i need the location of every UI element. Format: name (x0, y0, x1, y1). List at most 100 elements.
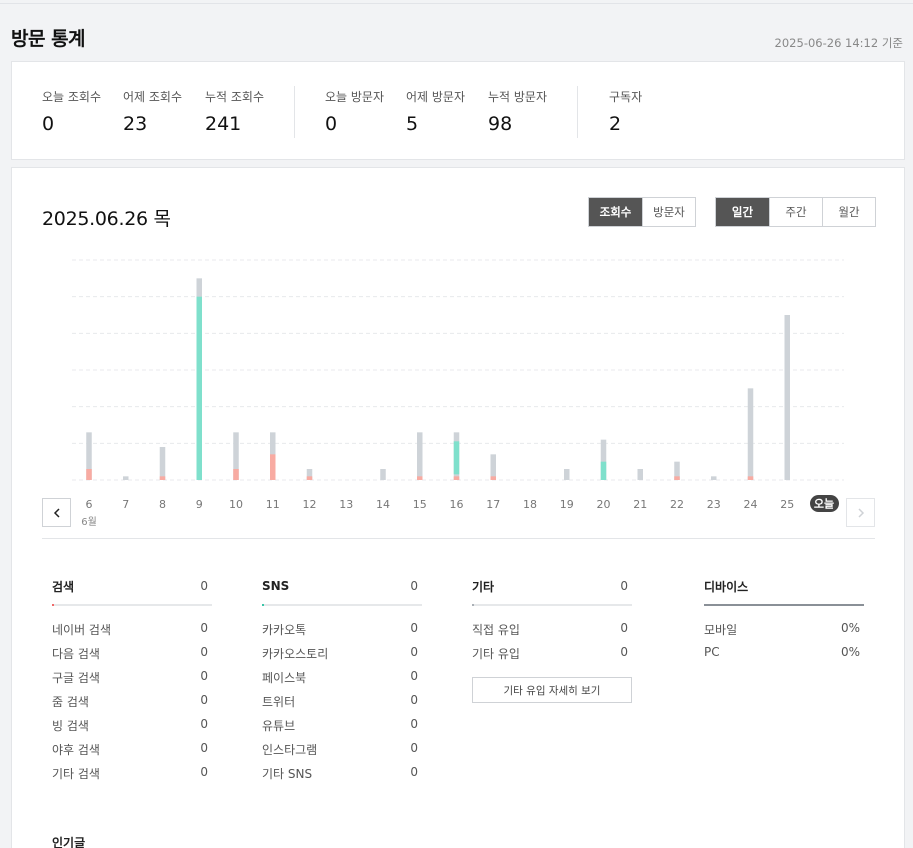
bar-total (747, 388, 754, 480)
x-tick-label: 오늘 (814, 498, 834, 511)
etc-section: 기타 0 직접 유입 0 기타 유입 0 기타 유입 자세히 보기 (472, 576, 632, 703)
sns-bar (262, 604, 422, 606)
bar-segment-red (674, 476, 680, 480)
etc-list: 직접 유입 0 기타 유입 0 (472, 621, 632, 669)
search-bar (52, 604, 212, 606)
etc-bar-fill (472, 604, 474, 606)
list-item: 네이버 검색 0 (52, 621, 212, 645)
row-value: 0 (200, 645, 208, 659)
stat-label: 누적 조회수 (205, 90, 265, 104)
x-tick-label: 15 (413, 498, 427, 511)
list-item: 모바일 0% (704, 621, 864, 645)
row-label: 야후 검색 (52, 743, 100, 757)
bar-segment-red (270, 454, 276, 480)
row-label: 트위터 (262, 695, 296, 709)
stat-label: 어제 조회수 (123, 90, 183, 104)
stat-separator (294, 86, 295, 138)
stat-label: 어제 방문자 (406, 90, 466, 104)
search-bar-fill (52, 604, 54, 606)
row-label: 모바일 (704, 623, 738, 637)
device-list: 모바일 0% PC 0% (704, 621, 864, 669)
list-item: 구글 검색 0 (52, 669, 212, 693)
bar-total (380, 469, 386, 480)
search-section: 검색 0 네이버 검색 0 다음 검색 0 구글 검색 0 줌 검색 0 빙 검색 0 야… (52, 576, 212, 789)
bar-total (564, 469, 570, 480)
bar-segment-red (86, 469, 92, 480)
row-value: 0 (410, 645, 418, 659)
list-item: 직접 유입 0 (472, 621, 632, 645)
x-tick-label: 12 (303, 498, 317, 511)
list-item: 기타 유입 0 (472, 645, 632, 669)
stat-value: 23 (123, 113, 148, 135)
bar-total (784, 315, 790, 480)
etc-detail-button[interactable]: 기타 유입 자세히 보기 (472, 677, 632, 703)
row-value: 0 (620, 645, 628, 659)
x-tick-label: 16 (450, 498, 464, 511)
chevron-left-icon (53, 507, 60, 518)
row-label: 다음 검색 (52, 647, 100, 661)
stat-total-views: 누적 조회수 241 (205, 88, 264, 135)
x-tick-label: 14 (376, 498, 390, 511)
stat-value: 0 (325, 113, 338, 135)
sns-list: 카카오톡 0 카카오스토리 0 페이스북 0 트위터 0 유튜브 0 인스타그램 0 기타 … (262, 621, 422, 789)
row-value: 0 (410, 693, 418, 707)
month-label: 6월 (81, 516, 97, 528)
row-label: 카카오스토리 (262, 647, 329, 661)
row-label: 카카오톡 (262, 623, 307, 637)
bar-total (123, 476, 129, 480)
bar-total (159, 447, 166, 480)
list-item: 트위터 0 (262, 693, 422, 717)
search-header: 검색 0 (52, 576, 212, 596)
stat-subscribers: 구독자 2 (609, 88, 642, 135)
x-tick-label: 6 (86, 498, 93, 511)
row-label: PC (704, 645, 720, 659)
chart-prev-button[interactable] (42, 498, 71, 527)
x-tick-label: 19 (560, 498, 574, 511)
bar-segment-red (453, 476, 460, 480)
x-tick-label: 23 (707, 498, 721, 511)
bar-total (637, 469, 643, 480)
row-value: 0% (840, 621, 860, 635)
row-label: 기타 검색 (52, 767, 100, 781)
bar-segment-red (490, 476, 496, 480)
row-value: 0 (410, 669, 418, 683)
stat-separator (577, 86, 578, 138)
x-tick-label: 11 (266, 498, 280, 511)
sns-title: SNS (262, 579, 290, 593)
x-tick-label: 10 (229, 498, 243, 511)
stat-value: 98 (488, 113, 513, 135)
x-tick-label: 17 (486, 498, 500, 511)
row-label: 빙 검색 (52, 719, 89, 733)
list-item: 빙 검색 0 (52, 717, 212, 741)
list-item: 야후 검색 0 (52, 741, 212, 765)
chevron-right-icon (857, 507, 864, 518)
chart-next-button[interactable] (846, 498, 875, 527)
bar-total (711, 476, 717, 480)
row-value: 0 (200, 741, 208, 755)
stat-value: 2 (609, 113, 622, 135)
row-label: 줌 검색 (52, 695, 89, 709)
stat-label: 누적 방문자 (488, 90, 548, 104)
x-tick-label: 24 (744, 498, 758, 511)
bar-segment-red (417, 476, 423, 480)
x-tick-label: 9 (196, 498, 203, 511)
list-item: 줌 검색 0 (52, 693, 212, 717)
row-value: 0 (200, 765, 208, 779)
stat-label: 오늘 방문자 (325, 90, 385, 104)
bar-segment-teal (600, 461, 607, 480)
list-item: PC 0% (704, 645, 864, 669)
x-tick-label: 18 (523, 498, 537, 511)
x-tick-label: 22 (670, 498, 684, 511)
summary-stats-card: 오늘 조회수 0 어제 조회수 23 누적 조회수 241 오늘 방문자 0 어… (11, 61, 905, 160)
x-tick-label: 20 (597, 498, 611, 511)
bar-total (417, 432, 423, 480)
list-item: 다음 검색 0 (52, 645, 212, 669)
sns-total: 0 (410, 579, 418, 593)
row-label: 기타 SNS (262, 767, 313, 781)
search-title: 검색 (52, 579, 75, 594)
bar-segment-red (747, 476, 754, 480)
row-label: 유튜브 (262, 719, 296, 733)
row-value: 0% (840, 645, 860, 659)
top-border (0, 3, 913, 4)
row-value: 0 (200, 717, 208, 731)
